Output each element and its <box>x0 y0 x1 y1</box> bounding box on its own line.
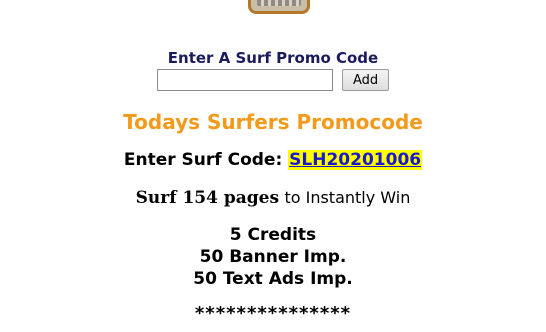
promo-code-form: Enter A Surf Promo Code Add <box>0 48 546 93</box>
promo-code-label: Enter A Surf Promo Code <box>167 49 379 67</box>
add-button[interactable]: Add <box>341 69 390 91</box>
reward-credits: 5 Credits <box>229 225 317 245</box>
star-separator: *************** <box>194 303 352 324</box>
surf-code-line: Enter Surf Code: SLH20201006 <box>0 148 546 172</box>
keyboard-keys <box>257 0 301 6</box>
surf-code-link[interactable]: SLH20201006 <box>288 150 423 170</box>
keyboard-icon <box>248 0 310 14</box>
reward-banner-impressions: 50 Banner Imp. <box>199 247 347 267</box>
surf-pages-count: Surf 154 pages <box>135 188 280 208</box>
todays-promocode-title: Todays Surfers Promocode <box>123 110 423 134</box>
reward-text-ad-impressions: 50 Text Ads Imp. <box>193 269 353 289</box>
surf-pages-suffix: to Instantly Win <box>284 188 411 207</box>
promo-code-row: Add <box>0 69 546 93</box>
surf-pages-line: Surf 154 pages to Instantly Win <box>0 186 546 210</box>
surf-code-label: Enter Surf Code: <box>123 150 283 170</box>
rewards-list: 5 Credits 50 Banner Imp. 50 Text Ads Imp… <box>0 224 546 290</box>
promo-code-input[interactable] <box>156 69 333 91</box>
